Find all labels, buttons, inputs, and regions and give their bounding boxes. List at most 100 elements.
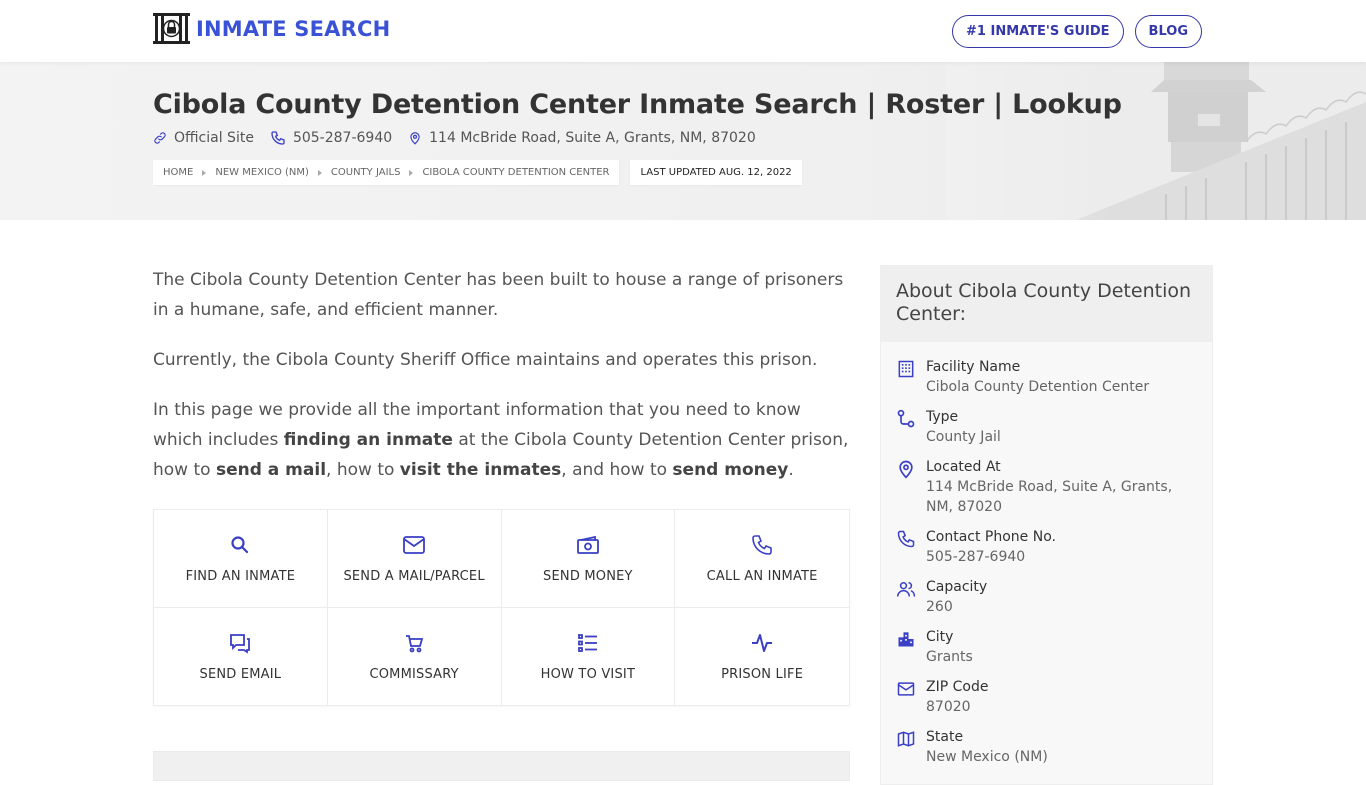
text: , and how to [561, 460, 673, 480]
link-icon [154, 132, 166, 144]
tile-how-to-visit[interactable]: HOW TO VISIT [502, 607, 676, 705]
city-icon [898, 632, 914, 647]
page-title: Cibola County Detention Center Inmate Se… [153, 89, 1122, 120]
search-icon [231, 536, 249, 554]
detail-label: State [926, 729, 964, 745]
detail-facility-name: Facility Name Cibola County Detention Cen… [896, 357, 1197, 397]
caret-right-icon [409, 169, 414, 176]
detail-label: ZIP Code [926, 679, 989, 695]
breadcrumb: HOME NEW MEXICO (NM) COUNTY JAILS CIBOLA… [153, 160, 802, 185]
logo-link[interactable]: INMATE SEARCH [153, 13, 390, 44]
phone-icon [271, 131, 285, 145]
phone-item: 505-287-6940 [270, 130, 392, 146]
facility-meta: Official Site 505-287-6940 114 McBride R… [153, 130, 772, 146]
building-icon [898, 360, 914, 378]
blog-button[interactable]: BLOG [1134, 15, 1202, 48]
phone-icon [897, 530, 915, 548]
caret-right-icon [202, 169, 207, 176]
site-header: INMATE SEARCH #1 INMATE'S GUIDE BLOG [0, 0, 1366, 62]
sidebar-title: About Cibola County Detention Center: [881, 266, 1212, 342]
detail-value: County Jail [926, 429, 1001, 445]
detail-label: Facility Name [926, 359, 1021, 375]
info-paragraph: In this page we provide all the importan… [153, 395, 850, 485]
caret-right-icon [317, 169, 322, 176]
envelope-icon [403, 536, 426, 554]
operator-paragraph: Currently, the Cibola County Sheriff Off… [153, 350, 818, 370]
address-item: 114 McBride Road, Suite A, Grants, NM, 8… [408, 130, 756, 146]
detail-state: State New Mexico (NM) [896, 727, 1197, 767]
tile-find-inmate[interactable]: FIND AN INMATE [154, 510, 328, 608]
inmates-guide-button[interactable]: #1 INMATE'S GUIDE [952, 15, 1124, 48]
phone-icon [752, 535, 772, 555]
envelope-icon [897, 682, 915, 696]
tile-call-inmate[interactable]: CALL AN INMATE [675, 510, 849, 608]
detail-label: Type [926, 409, 959, 425]
official-site-link[interactable]: Official Site [174, 130, 254, 146]
jail-lock-icon [153, 13, 190, 44]
breadcrumb-trail: HOME NEW MEXICO (NM) COUNTY JAILS CIBOLA… [153, 160, 620, 185]
money-icon [576, 535, 599, 554]
detail-label: Capacity [926, 579, 988, 595]
map-icon [897, 731, 915, 747]
list-icon [577, 633, 597, 652]
detail-type: Type County Jail [896, 407, 1197, 447]
detail-city: City Grants [896, 627, 1197, 667]
tile-label: CALL AN INMATE [706, 569, 818, 584]
tile-send-money[interactable]: SEND MONEY [501, 510, 676, 608]
chat-icon [230, 633, 251, 654]
detail-located-at: Located At 114 McBride Road, Suite A, Gra… [896, 457, 1197, 517]
tile-label: SEND MONEY [543, 569, 633, 584]
detail-value: Grants [926, 649, 973, 665]
phone-link[interactable]: 505-287-6940 [293, 130, 392, 146]
tile-label: FIND AN INMATE [185, 569, 296, 584]
breadcrumb-current[interactable]: CIBOLA COUNTY DETENTION CENTER [422, 167, 609, 178]
top-nav: #1 INMATE'S GUIDE BLOG [952, 15, 1202, 48]
services-grid: FIND AN INMATE SEND A MAIL/PARCEL SEND M… [153, 509, 850, 706]
detail-value: 87020 [926, 699, 971, 715]
last-updated-text: LAST UPDATED AUG. 12, 2022 [640, 167, 792, 178]
send-mail-text: send a mail [215, 460, 327, 480]
detail-label: City [926, 629, 954, 645]
text: , how to [326, 460, 400, 480]
address-text: 114 McBride Road, Suite A, Grants, NM, 8… [429, 130, 756, 146]
tile-label: PRISON LIFE [721, 666, 804, 682]
intro-paragraph: The Cibola County Detention Center has b… [153, 270, 844, 320]
finding-inmate-text: finding an inmate [283, 430, 453, 450]
text: . [788, 460, 794, 480]
detail-value: 114 McBride Road, Suite A, Grants, NM, 8… [926, 479, 1173, 515]
send-money-text: send money [672, 460, 789, 480]
tile-label: HOW TO VISIT [540, 666, 636, 682]
pulse-icon [752, 633, 773, 652]
breadcrumb-state[interactable]: NEW MEXICO (NM) [215, 167, 309, 178]
detail-value: 505-287-6940 [926, 549, 1026, 565]
tile-label: SEND A MAIL/PARCEL [343, 569, 485, 584]
tile-send-email[interactable]: SEND EMAIL [154, 607, 328, 705]
tile-label: COMMISSARY [369, 666, 459, 682]
detail-capacity: Capacity 260 [896, 577, 1197, 617]
hero-banner: Cibola County Detention Center Inmate Se… [0, 62, 1366, 220]
route-icon [897, 409, 915, 428]
breadcrumb-home[interactable]: HOME [163, 167, 193, 178]
detail-value: New Mexico (NM) [926, 749, 1048, 765]
logo-text: INMATE SEARCH [196, 16, 391, 41]
detail-label: Contact Phone No. [926, 529, 1056, 545]
location-icon [410, 132, 420, 145]
last-updated-badge: LAST UPDATED AUG. 12, 2022 [630, 160, 802, 185]
location-icon [899, 460, 913, 479]
detail-phone: Contact Phone No. 505-287-6940 [896, 527, 1197, 567]
main-content: The Cibola County Detention Center has b… [153, 265, 850, 505]
breadcrumb-county-jails[interactable]: COUNTY JAILS [331, 167, 401, 178]
official-site-item: Official Site [153, 130, 254, 146]
detail-label: Located At [926, 459, 1001, 475]
cart-icon [406, 634, 424, 652]
detail-zip: ZIP Code 87020 [896, 677, 1197, 717]
tile-label: SEND EMAIL [199, 666, 282, 682]
detail-value: Cibola County Detention Center [926, 379, 1150, 395]
prison-tower-image [946, 62, 1366, 220]
users-icon [896, 582, 916, 597]
tile-commissary[interactable]: COMMISSARY [328, 607, 502, 705]
detail-value: 260 [926, 599, 953, 615]
tile-send-mail[interactable]: SEND A MAIL/PARCEL [327, 510, 502, 608]
next-section-box [153, 751, 850, 781]
tile-prison-life[interactable]: PRISON LIFE [675, 608, 849, 706]
